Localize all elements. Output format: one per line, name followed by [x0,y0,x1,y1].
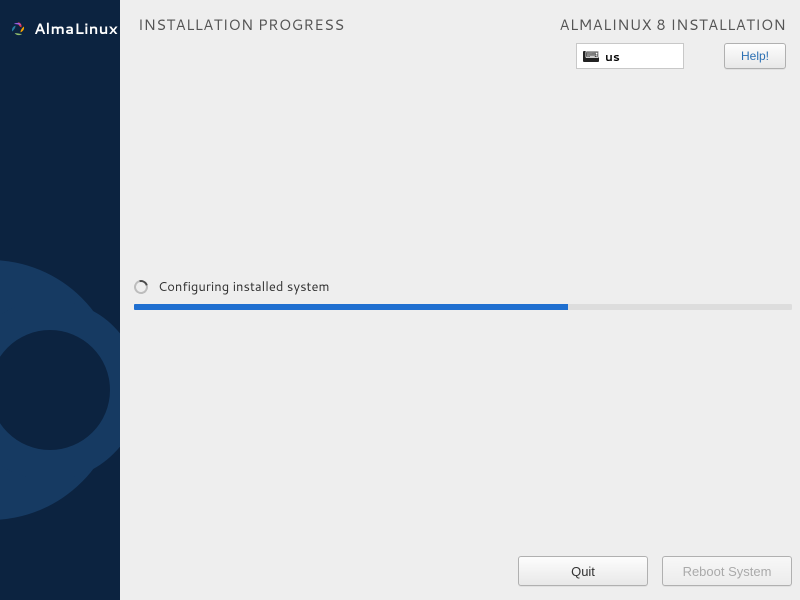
main-panel: INSTALLATION PROGRESS ALMALINUX 8 INSTAL… [120,0,800,600]
reboot-button[interactable]: Reboot System [662,556,792,586]
brand: AlmaLinux [0,0,120,39]
footer: Quit Reboot System [120,556,792,586]
brand-name: AlmaLinux [34,18,118,39]
header-right: ALMALINUX 8 INSTALLATION us Help! [559,14,786,69]
keyboard-layout-indicator[interactable]: us [576,43,684,69]
install-title: ALMALINUX 8 INSTALLATION [559,14,786,35]
progress-area: Configuring installed system [134,278,792,310]
page-title: INSTALLATION PROGRESS [138,14,345,35]
keyboard-icon [583,51,599,62]
help-button[interactable]: Help! [724,43,786,69]
status-row: Configuring installed system [134,278,792,296]
spinner-icon [131,277,150,296]
progress-bar [134,304,792,310]
status-text: Configuring installed system [158,278,329,296]
almalinux-logo-icon [8,19,28,39]
progress-fill [134,304,568,310]
header: INSTALLATION PROGRESS ALMALINUX 8 INSTAL… [128,0,792,69]
keyboard-layout-value: us [605,48,620,65]
quit-button[interactable]: Quit [518,556,648,586]
sidebar: AlmaLinux [0,0,120,600]
